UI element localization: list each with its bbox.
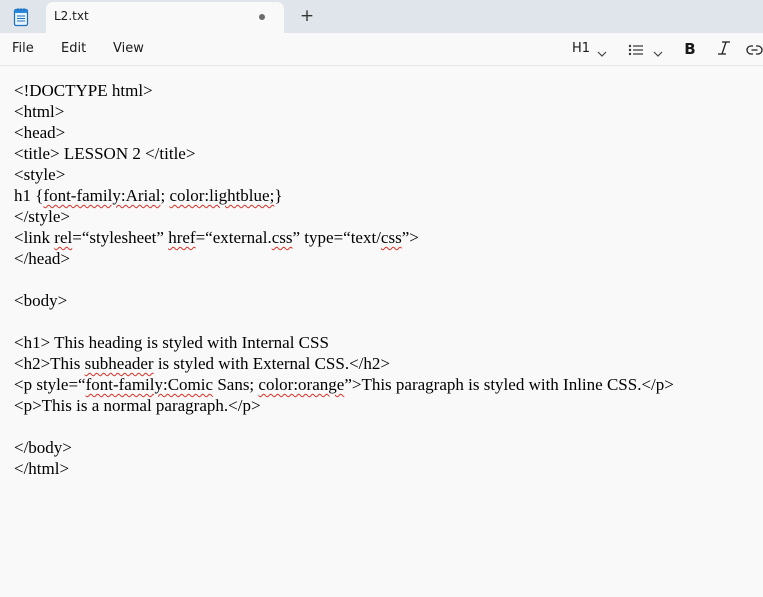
editor-line: <h2>This subheader is styled with Extern… — [14, 354, 390, 373]
spellcheck-error[interactable]: color:lightblue; — [169, 186, 274, 205]
bold-button[interactable]: B — [682, 40, 698, 60]
spellcheck-error[interactable]: href — [168, 228, 195, 247]
editor-line: </body> — [14, 438, 72, 457]
chevron-down-icon — [597, 43, 607, 62]
list-dropdown[interactable] — [628, 39, 668, 59]
editor-line: </style> — [14, 207, 71, 226]
menu-view[interactable]: View — [113, 41, 144, 56]
heading-dropdown[interactable]: H1 — [572, 39, 612, 59]
link-icon[interactable] — [746, 41, 763, 61]
notepad-icon — [11, 7, 31, 27]
editor-line: <!DOCTYPE html> — [14, 81, 153, 100]
heading-dropdown-label: H1 — [572, 41, 591, 56]
menu-edit[interactable]: Edit — [61, 41, 86, 56]
plus-icon[interactable]: + — [297, 7, 317, 27]
editor-line: <link rel=“stylesheet” href=“external.cs… — [14, 228, 419, 247]
editor-content[interactable]: <!DOCTYPE html> <html> <head> <title> LESSO… — [14, 80, 674, 479]
editor-line: <head> — [14, 123, 66, 142]
editor-line: h1 {font-family:Arial; color:lightblue;} — [14, 186, 283, 205]
bulleted-list-icon — [628, 42, 644, 61]
editor-line: <body> — [14, 291, 68, 310]
text-editor[interactable]: <!DOCTYPE html> <html> <head> <title> LESSO… — [0, 66, 763, 597]
tab-strip: L2.txt + — [0, 0, 763, 33]
spellcheck-error[interactable]: css — [381, 228, 402, 247]
tab-l2-txt[interactable]: L2.txt — [46, 2, 284, 33]
editor-line: </html> — [14, 459, 70, 478]
spellcheck-error[interactable]: font-family:Comic — [86, 375, 213, 394]
unsaved-indicator-icon[interactable] — [259, 14, 265, 20]
editor-line: <html> — [14, 102, 65, 121]
spellcheck-error[interactable]: color:orange — [258, 375, 344, 394]
chevron-down-icon — [653, 43, 663, 62]
menu-bar: File Edit View H1 B — [0, 33, 763, 66]
spellcheck-error[interactable]: rel — [54, 228, 72, 247]
menu-file[interactable]: File — [12, 41, 34, 56]
spellcheck-error[interactable]: subheader — [85, 354, 154, 373]
editor-line: <title> LESSON 2 </title> — [14, 144, 196, 163]
editor-line: <style> — [14, 165, 66, 184]
spellcheck-error[interactable]: css — [272, 228, 293, 247]
editor-line: <p>This is a normal paragraph.</p> — [14, 396, 261, 415]
tab-title: L2.txt — [54, 9, 89, 23]
spellcheck-error[interactable]: font-family:Arial — [43, 186, 160, 205]
editor-line: <h1> This heading is styled with Interna… — [14, 333, 329, 352]
editor-line: </head> — [14, 249, 70, 268]
editor-line: <p style=“font-family:Comic Sans; color:… — [14, 375, 674, 394]
italic-icon[interactable] — [716, 39, 732, 59]
